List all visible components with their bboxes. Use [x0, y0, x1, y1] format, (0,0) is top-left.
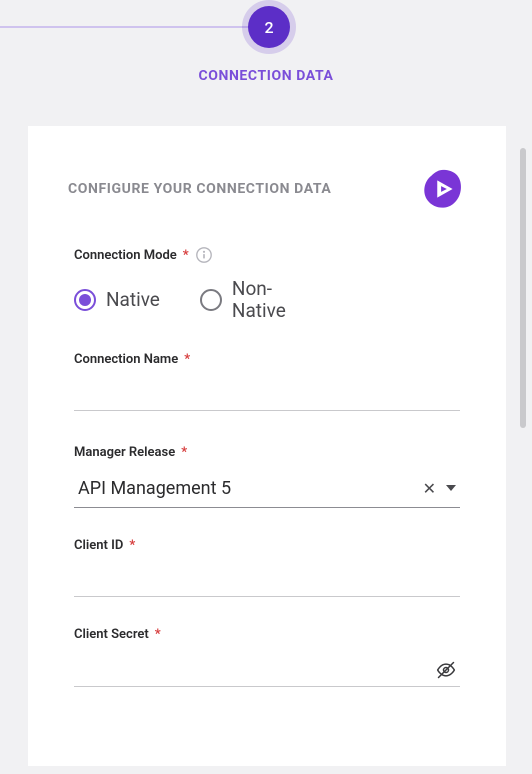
- client-secret-input[interactable]: [78, 661, 436, 679]
- manager-release-select[interactable]: API Management 5 ✕: [74, 470, 460, 508]
- radio-native-label: Native: [106, 289, 160, 311]
- required-marker: *: [129, 538, 135, 553]
- connection-name-label: Connection Name: [74, 352, 178, 367]
- manager-release-label: Manager Release: [74, 445, 175, 460]
- chevron-down-icon[interactable]: [446, 485, 456, 491]
- client-id-input[interactable]: [78, 571, 456, 589]
- required-marker: *: [155, 627, 161, 642]
- radio-nonnative-label: Non-Native: [232, 278, 302, 322]
- client-id-label: Client ID: [74, 538, 123, 553]
- client-secret-label: Client Secret: [74, 627, 149, 642]
- stepper-line: [0, 26, 256, 28]
- manager-release-value: API Management 5: [78, 478, 231, 499]
- card-title: CONFIGURE YOUR CONNECTION DATA: [68, 181, 331, 197]
- radio-circle-icon: [74, 289, 96, 311]
- info-icon[interactable]: [195, 246, 213, 264]
- stepper-badge: 2: [248, 6, 290, 48]
- scrollbar-thumb[interactable]: [520, 148, 526, 428]
- radio-native[interactable]: Native: [74, 289, 160, 311]
- required-marker: *: [184, 352, 190, 367]
- clear-icon[interactable]: ✕: [423, 479, 436, 498]
- required-marker: *: [181, 445, 187, 460]
- required-marker: *: [183, 248, 189, 263]
- visibility-off-icon[interactable]: [436, 660, 456, 680]
- card: CONFIGURE YOUR CONNECTION DATA Connectio…: [28, 126, 506, 766]
- stepper-number: 2: [264, 18, 273, 37]
- radio-nonnative[interactable]: Non-Native: [200, 278, 302, 322]
- radio-circle-icon: [200, 289, 222, 311]
- stepper-title: CONNECTION DATA: [0, 68, 532, 84]
- connection-mode-label: Connection Mode: [74, 248, 177, 263]
- connection-name-input[interactable]: [78, 385, 456, 403]
- brand-logo-icon: [420, 166, 466, 212]
